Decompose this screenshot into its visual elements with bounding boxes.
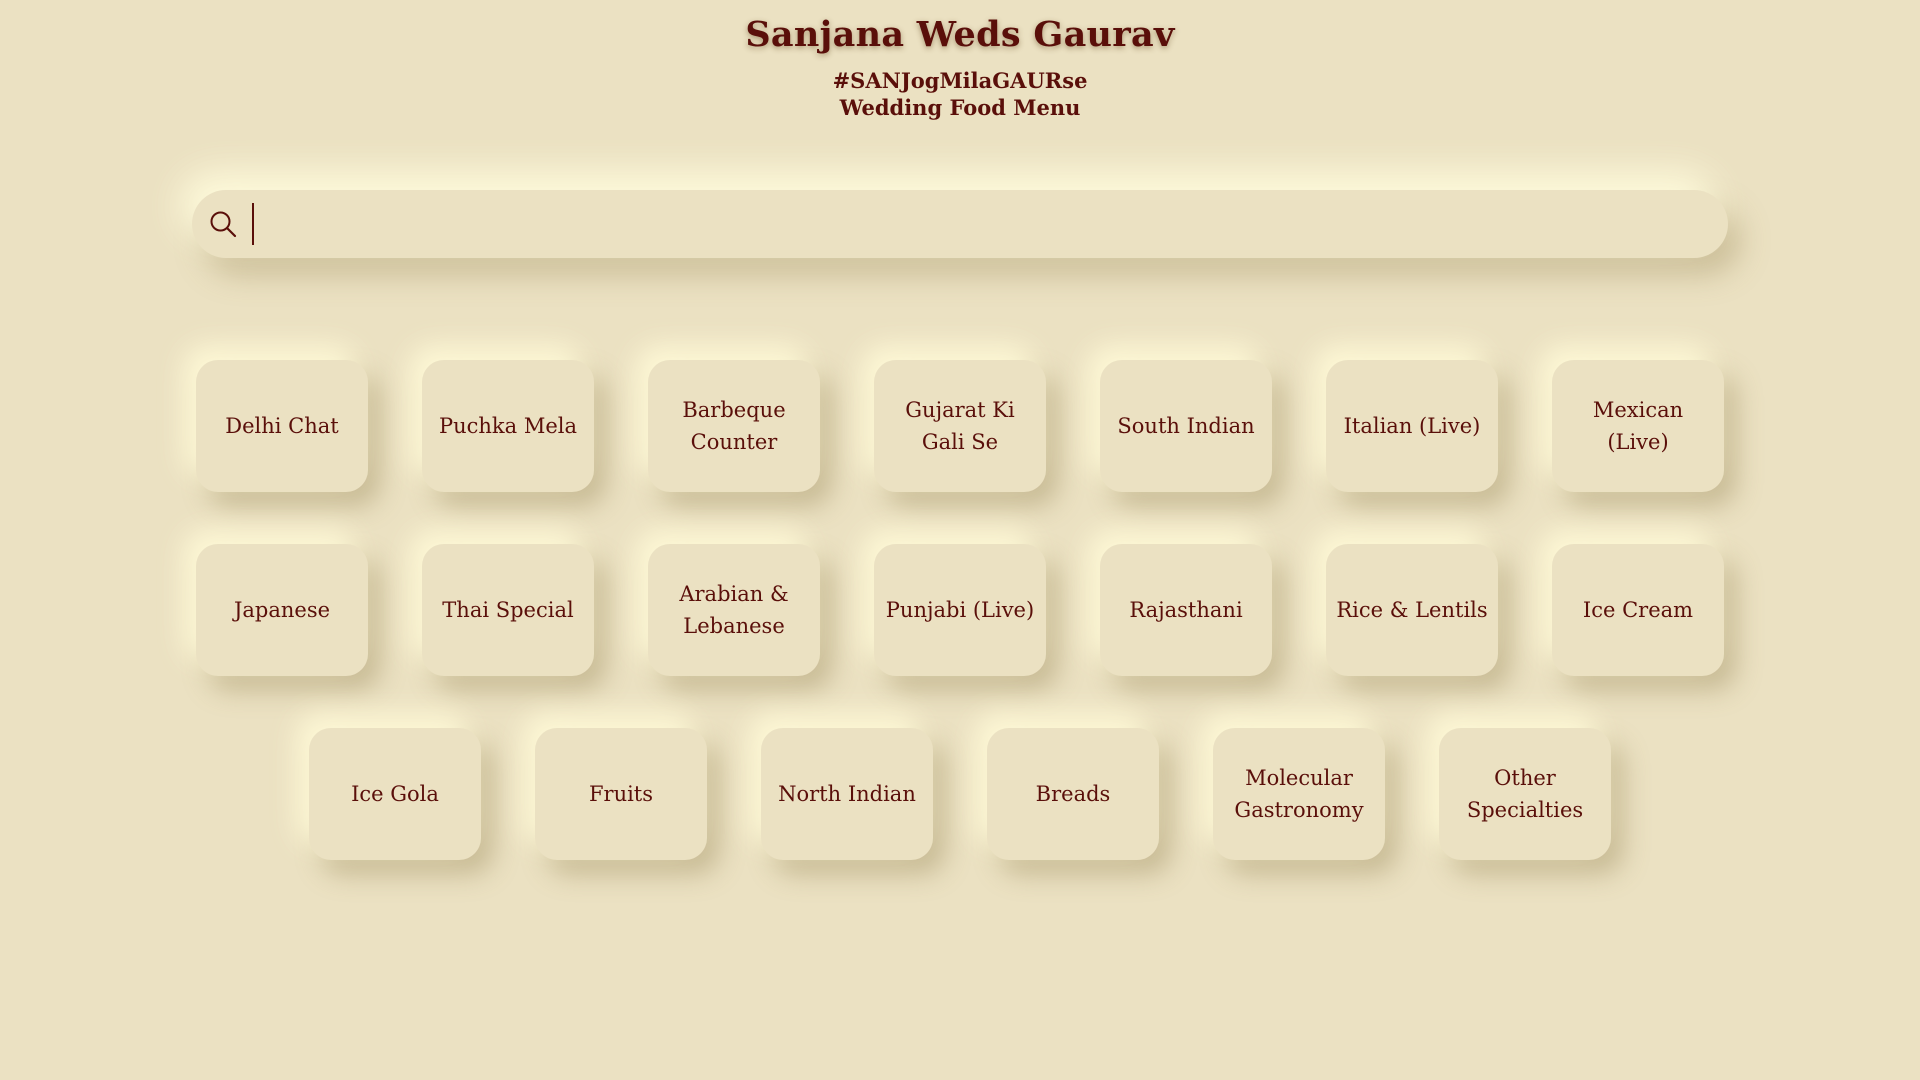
- menu-card-molecular-gastronomy[interactable]: Molecular Gastronomy: [1213, 728, 1385, 860]
- page-header: Sanjana Weds Gaurav #SANJogMilaGAURse We…: [0, 14, 1920, 122]
- menu-card-other-specialties[interactable]: Other Specialties: [1439, 728, 1611, 860]
- menu-card-fruits[interactable]: Fruits: [535, 728, 707, 860]
- menu-card-label: North Indian: [778, 782, 916, 806]
- menu-card-label: Ice Cream: [1582, 598, 1694, 622]
- menu-row-2: Japanese Thai Special Arabian & Lebanese…: [0, 544, 1920, 676]
- menu-card-label: Japanese: [233, 598, 331, 622]
- menu-card-label: South Indian: [1117, 414, 1255, 438]
- page-title: Sanjana Weds Gaurav: [745, 14, 1175, 55]
- menu-card-breads[interactable]: Breads: [987, 728, 1159, 860]
- menu-card-label: Thai Special: [442, 598, 574, 622]
- menu-row-1: Delhi Chat Puchka Mela Barbeque Counter …: [0, 360, 1920, 492]
- menu-card-north-indian[interactable]: North Indian: [761, 728, 933, 860]
- menu-card-label: Barbeque Counter: [682, 398, 786, 454]
- food-menu-grid: Delhi Chat Puchka Mela Barbeque Counter …: [0, 360, 1920, 912]
- search-bar[interactable]: [192, 190, 1728, 258]
- menu-card-italian-live[interactable]: Italian (Live): [1326, 360, 1498, 492]
- search-input[interactable]: [252, 203, 1698, 245]
- menu-card-label: Punjabi (Live): [885, 598, 1035, 622]
- menu-card-delhi-chat[interactable]: Delhi Chat: [196, 360, 368, 492]
- menu-card-barbeque-counter[interactable]: Barbeque Counter: [648, 360, 820, 492]
- menu-card-rajasthani[interactable]: Rajasthani: [1100, 544, 1272, 676]
- menu-card-puchka-mela[interactable]: Puchka Mela: [422, 360, 594, 492]
- menu-card-arabian-lebanese[interactable]: Arabian & Lebanese: [648, 544, 820, 676]
- menu-card-label: Ice Gola: [351, 782, 439, 806]
- search-icon[interactable]: [206, 207, 240, 241]
- menu-card-japanese[interactable]: Japanese: [196, 544, 368, 676]
- menu-card-label: Mexican (Live): [1592, 398, 1684, 454]
- menu-card-thai-special[interactable]: Thai Special: [422, 544, 594, 676]
- menu-row-3: Ice Gola Fruits North Indian Breads Mole…: [0, 728, 1920, 860]
- menu-card-label: Fruits: [588, 782, 654, 806]
- menu-card-rice-lentils[interactable]: Rice & Lentils: [1326, 544, 1498, 676]
- menu-card-south-indian[interactable]: South Indian: [1100, 360, 1272, 492]
- menu-card-label: Gujarat Ki Gali Se: [905, 398, 1015, 454]
- menu-card-label: Delhi Chat: [225, 414, 339, 438]
- menu-card-punjabi-live[interactable]: Punjabi (Live): [874, 544, 1046, 676]
- menu-card-gujarat-ki-gali-se[interactable]: Gujarat Ki Gali Se: [874, 360, 1046, 492]
- menu-card-label: Rajasthani: [1129, 598, 1243, 622]
- menu-card-label: Molecular Gastronomy: [1234, 766, 1364, 822]
- menu-card-label: Other Specialties: [1466, 766, 1584, 822]
- page-subtitle: Wedding Food Menu: [839, 95, 1081, 120]
- menu-card-label: Italian (Live): [1343, 414, 1481, 438]
- menu-card-label: Breads: [1035, 782, 1111, 806]
- hashtag: #SANJogMilaGAURse: [832, 68, 1088, 93]
- menu-card-label: Arabian & Lebanese: [679, 582, 789, 638]
- menu-card-ice-cream[interactable]: Ice Cream: [1552, 544, 1724, 676]
- menu-card-label: Rice & Lentils: [1336, 598, 1488, 622]
- menu-card-ice-gola[interactable]: Ice Gola: [309, 728, 481, 860]
- menu-card-label: Puchka Mela: [438, 414, 578, 438]
- menu-card-mexican-live[interactable]: Mexican (Live): [1552, 360, 1724, 492]
